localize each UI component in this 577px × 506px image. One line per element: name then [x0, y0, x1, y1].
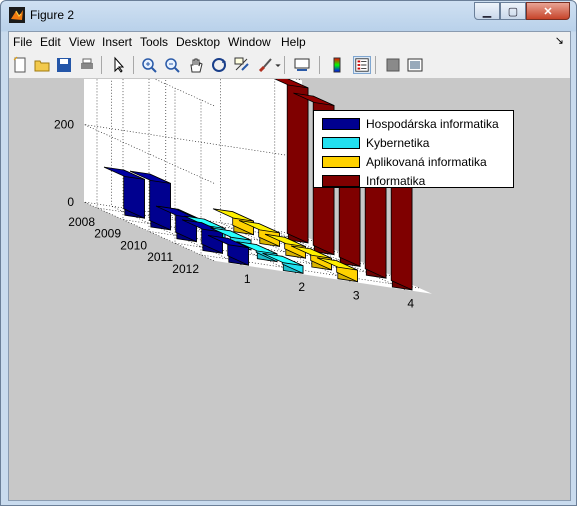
legend-label: Kybernetika	[366, 136, 430, 150]
y-tick-label: 2012	[172, 262, 199, 276]
legend-item: Informatika	[322, 172, 425, 190]
title-bar[interactable]: Figure 2 ▁ ▢ ✕	[1, 1, 576, 31]
zoom-in-icon[interactable]	[140, 56, 158, 74]
brush-dropdown-icon[interactable]	[272, 56, 284, 74]
figure-window: Figure 2 ▁ ▢ ✕ ↘ File Edit View Insert Tools…	[0, 0, 577, 506]
pan-hand-icon[interactable]	[187, 56, 205, 74]
y-tick-label: 2011	[147, 250, 173, 264]
z-tick-label: 0	[67, 195, 74, 209]
y-tick-label: 2008	[68, 215, 95, 229]
legend-swatch	[322, 156, 360, 168]
window-controls: ▁ ▢ ✕	[474, 2, 570, 20]
hide-plot-tools-icon[interactable]	[384, 56, 402, 74]
print-icon[interactable]	[78, 56, 96, 74]
menu-window[interactable]: Window	[228, 35, 271, 49]
legend-label: Informatika	[366, 174, 426, 188]
legend-label: Hospodárska informatika	[366, 117, 499, 131]
menu-view[interactable]: View	[69, 35, 95, 49]
insert-colorbar-icon[interactable]	[328, 56, 346, 74]
menu-edit[interactable]: Edit	[40, 35, 61, 49]
x-tick-label: 2	[298, 280, 305, 294]
minimize-icon: ▁	[482, 5, 492, 18]
menu-file[interactable]: File	[13, 35, 32, 49]
menu-help[interactable]: Help	[281, 35, 306, 49]
toolbar-separator	[133, 56, 134, 74]
minimize-button[interactable]: ▁	[474, 2, 500, 20]
menu-tools[interactable]: Tools	[140, 35, 168, 49]
x-tick-label: 1	[244, 272, 251, 286]
zoom-out-icon[interactable]	[163, 56, 181, 74]
x-tick-label: 3	[353, 288, 360, 302]
new-figure-icon[interactable]	[11, 56, 29, 74]
edit-plot-arrow-icon[interactable]	[110, 56, 128, 74]
window-title: Figure 2	[30, 8, 75, 22]
chart-legend[interactable]: Hospodárska informatika Kybernetika Apliko…	[313, 110, 514, 188]
legend-swatch	[322, 137, 360, 149]
maximize-icon: ▢	[507, 5, 519, 18]
toolbar-separator	[319, 56, 320, 74]
figure-client-area: ↘ File Edit View Insert Tools Desktop Window He…	[8, 31, 571, 501]
show-plot-tools-icon[interactable]	[406, 56, 424, 74]
link-plot-icon[interactable]	[293, 56, 311, 74]
legend-item: Hospodárska informatika	[322, 115, 499, 133]
toolbar-separator	[101, 56, 102, 74]
figure-toolbar	[9, 52, 570, 79]
menu-bar: ↘ File Edit View Insert Tools Desktop Window He…	[9, 32, 570, 51]
toolbar-separator	[375, 56, 376, 74]
x-tick-label: 4	[407, 297, 414, 311]
menu-insert[interactable]: Insert	[102, 35, 132, 49]
legend-label: Aplikovaná informatika	[366, 155, 487, 169]
data-cursor-icon[interactable]	[233, 56, 251, 74]
close-button[interactable]: ✕	[526, 2, 570, 20]
rotate-3d-icon[interactable]	[210, 56, 228, 74]
matlab-logo-icon	[9, 7, 25, 23]
legend-swatch	[322, 175, 360, 187]
save-icon[interactable]	[55, 56, 73, 74]
y-tick-label: 2010	[120, 238, 147, 252]
y-tick-label: 2009	[94, 227, 121, 241]
open-file-icon[interactable]	[33, 56, 51, 74]
bar-side-face	[286, 79, 309, 244]
close-icon: ✕	[543, 5, 553, 18]
dock-arrow-icon[interactable]: ↘	[555, 34, 564, 47]
legend-swatch	[322, 118, 360, 130]
legend-item: Aplikovaná informatika	[322, 153, 487, 171]
menu-desktop[interactable]: Desktop	[176, 35, 220, 49]
figure-canvas[interactable]: 0200400200820092010201120121234 Hospodár…	[9, 79, 570, 500]
insert-legend-icon[interactable]	[353, 56, 371, 74]
toolbar-separator	[284, 56, 285, 74]
maximize-button[interactable]: ▢	[500, 2, 526, 20]
z-tick-label: 200	[54, 118, 74, 132]
legend-item: Kybernetika	[322, 134, 429, 152]
